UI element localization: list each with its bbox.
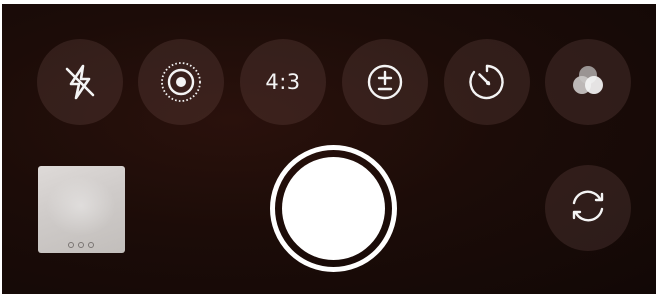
filters-icon <box>566 60 610 104</box>
live-photo-icon <box>158 59 204 105</box>
thumbnail-page-dots <box>68 242 94 248</box>
shutter-button[interactable] <box>270 145 397 272</box>
flash-off-icon <box>60 62 100 102</box>
aspect-ratio-button[interactable]: 4:3 <box>240 39 326 125</box>
screenshot-canvas: 4:3 <box>0 0 658 296</box>
thumbnail-image <box>46 176 116 236</box>
timer-icon <box>465 60 509 104</box>
timer-button[interactable] <box>444 39 530 125</box>
dot <box>68 242 74 248</box>
exposure-icon <box>363 60 407 104</box>
last-photo-thumbnail[interactable] <box>38 166 125 253</box>
live-photo-button[interactable] <box>138 39 224 125</box>
dot <box>78 242 84 248</box>
camera-flip-icon <box>565 183 611 233</box>
dot <box>88 242 94 248</box>
filters-button[interactable] <box>545 39 631 125</box>
switch-camera-button[interactable] <box>545 165 631 251</box>
aspect-ratio-label: 4:3 <box>265 70 301 94</box>
exposure-button[interactable] <box>342 39 428 125</box>
flash-button[interactable] <box>37 39 123 125</box>
shutter-inner-circle <box>282 157 385 260</box>
camera-controls-panel: 4:3 <box>2 4 656 294</box>
